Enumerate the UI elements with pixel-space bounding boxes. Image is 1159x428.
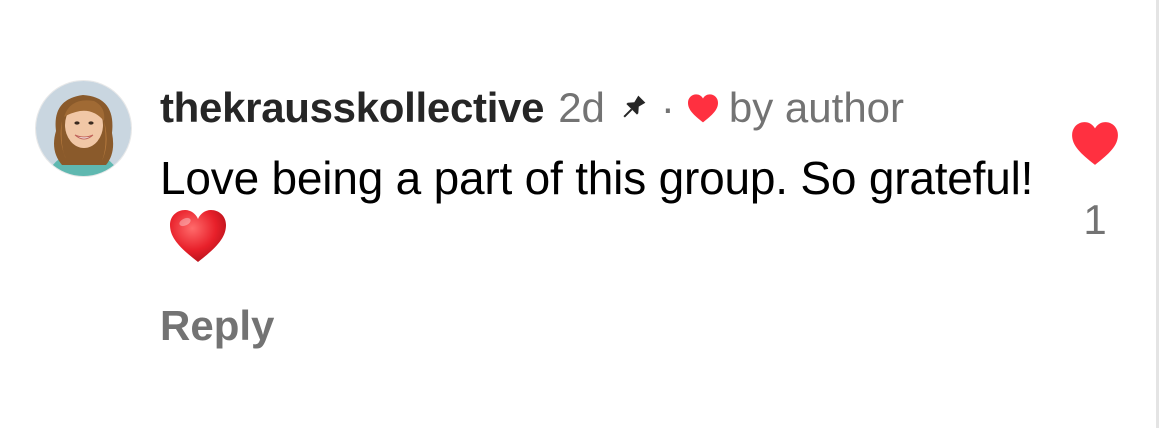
comment-header: thekrausskollective 2d · by author xyxy=(160,84,904,132)
timestamp: 2d xyxy=(558,84,605,131)
reply-button[interactable]: Reply xyxy=(160,302,274,350)
like-button[interactable] xyxy=(1070,120,1120,168)
username[interactable]: thekrausskollective xyxy=(160,84,544,132)
comment-text: Love being a part of this group. So grat… xyxy=(160,152,1034,204)
heart-icon xyxy=(1072,122,1118,165)
liked-by-author-label: by author xyxy=(728,84,905,131)
like-count[interactable]: 1 xyxy=(1070,196,1120,244)
pin-icon xyxy=(615,90,651,126)
heart-emoji-icon xyxy=(168,208,228,264)
avatar[interactable] xyxy=(36,81,131,176)
heart-icon xyxy=(685,90,721,126)
separator-dot: · xyxy=(660,84,675,131)
avatar-photo xyxy=(36,81,131,176)
comment-body: Love being a part of this group. So grat… xyxy=(160,148,1040,268)
